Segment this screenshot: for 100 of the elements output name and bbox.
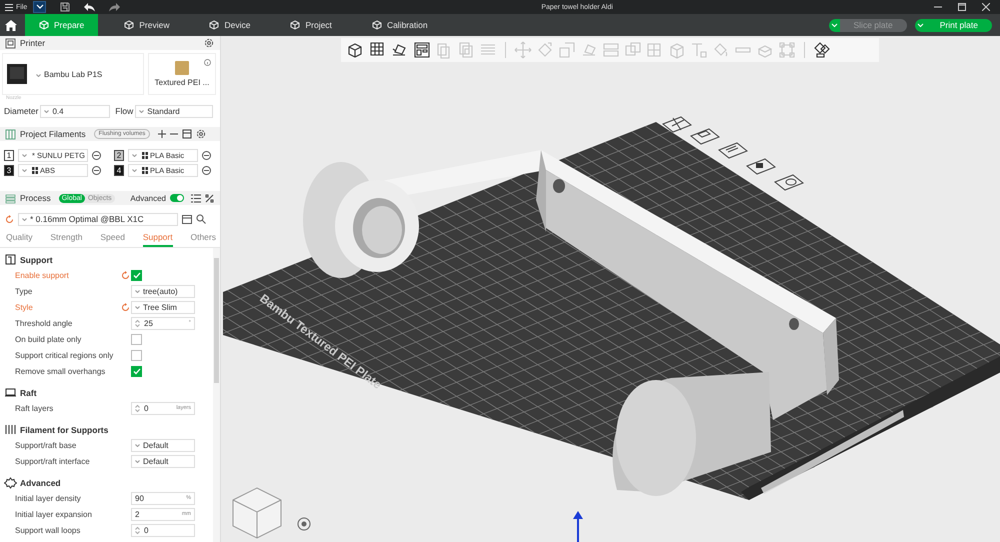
caret-icon[interactable] [916,22,924,28]
setting-label: Style [15,302,34,312]
filament-icon [5,128,16,140]
setting-select[interactable]: Tree Slim [131,300,195,314]
settings-icon[interactable] [196,129,206,139]
layout-tool-icon[interactable] [412,40,432,60]
plate-settings-icon[interactable] [774,174,804,191]
remove-filament-icon[interactable] [202,151,211,160]
checkbox[interactable] [131,334,142,344]
close-icon[interactable] [982,3,990,11]
plate-card[interactable]: Textured PEI ... [148,53,216,95]
group-title: Filament for Supports [20,424,108,434]
settings-tab[interactable]: Strength [50,231,82,247]
main-tab[interactable]: Project [276,14,346,36]
caret-icon [135,306,140,308]
setting-label: Raft layers [15,404,54,412]
checkbox[interactable] [131,270,142,280]
plate-close-icon[interactable] [662,116,692,133]
dropdown-button[interactable] [33,1,46,13]
swatch-icon [142,152,148,159]
fit-view-icon[interactable] [298,518,310,530]
assembly-tool-icon[interactable] [812,40,832,60]
group-title: Support [20,254,53,264]
setting-label: Initial layer expansion [15,510,93,518]
printer-picture-icon [6,63,28,85]
section-icon [4,476,17,489]
filament-number[interactable]: 4 [114,165,124,176]
remove-filament-icon[interactable] [92,151,101,160]
caret-icon [139,110,144,112]
remove-filament-icon[interactable] [202,166,211,175]
plate-layout-icon[interactable] [718,142,748,159]
main-tab[interactable]: Device [195,14,264,36]
cube-icon [124,20,134,30]
info-icon[interactable] [204,59,211,66]
section-title: Process [20,193,51,203]
undo-icon[interactable] [84,2,96,12]
settings-tab[interactable]: Speed [100,231,125,247]
reset-icon[interactable] [121,270,130,280]
setting-select[interactable]: tree(auto) [131,284,195,298]
cube-icon [372,20,382,30]
settings-tab[interactable]: Others [190,231,216,247]
save-icon[interactable] [182,214,192,224]
settings-tab[interactable]: Quality [6,231,32,247]
setting-label: Type [15,286,34,296]
caret-icon [135,290,140,292]
group-title: Advanced [20,478,61,488]
settings-icon[interactable] [204,38,214,48]
checkbox[interactable] [131,350,142,360]
section-icon [4,386,17,399]
cube-icon [39,20,49,30]
filament-number[interactable]: 3 [4,165,14,176]
filament-number[interactable]: 1 [4,150,14,161]
flow-select[interactable]: Standard [135,104,213,118]
scrollbar[interactable] [213,248,220,542]
plate-arrange-icon[interactable] [690,128,720,145]
setting-label: Support critical regions only [15,350,114,360]
lock-icon[interactable] [746,158,776,175]
menu-icon[interactable] [5,4,13,10]
caret-icon [36,74,41,76]
section-icon [4,253,17,266]
process-icon [5,192,16,204]
save-icon[interactable] [60,2,70,12]
advanced-toggle[interactable] [170,194,184,202]
advanced-label: Advanced [130,194,166,202]
main-tab[interactable]: Calibration [358,14,442,36]
home-icon[interactable] [5,20,17,30]
setting-label: Support wall loops [15,526,82,534]
z-axis-arrow [573,511,583,542]
swatch-icon [32,167,38,174]
main-tab[interactable]: Preview [110,14,184,36]
setting-label: Remove small overhangs [15,366,106,376]
list-icon[interactable] [191,194,201,202]
plate-swatch-icon [175,61,189,75]
setting-select[interactable]: Default [131,454,195,468]
diameter-select[interactable]: 0.4 [40,104,110,118]
section-title: Printer [20,38,46,48]
percent-icon[interactable] [205,194,214,202]
maximize-icon[interactable] [958,3,966,11]
setting-label: Enable support [15,270,70,280]
checkbox[interactable] [131,366,142,376]
printer-card[interactable]: Bambu Lab P1S [2,53,144,95]
setting-select[interactable]: Default [131,438,195,452]
caret-icon [135,460,140,462]
reset-icon[interactable] [5,214,14,224]
setting-label: Support/raft base [15,440,78,450]
filament-number[interactable]: 2 [114,150,124,161]
reset-icon[interactable] [121,302,130,312]
setting-label: Initial layer density [15,494,82,502]
sync-icon[interactable] [182,129,192,139]
search-icon[interactable] [196,214,206,224]
remove-filament-icon[interactable] [92,166,101,175]
add-icon[interactable] [158,130,166,138]
setting-label: Support/raft interface [15,456,91,466]
process-preset-select[interactable]: * 0.16mm Optimal @BBL X1C [18,212,178,226]
section-title: Project Filaments [20,129,86,139]
redo-icon[interactable] [109,2,120,12]
spin-field[interactable]: 0 [131,524,195,536]
caret-icon [22,154,27,157]
field-label: Flow [115,106,134,116]
view-cube-icon[interactable] [232,487,282,539]
